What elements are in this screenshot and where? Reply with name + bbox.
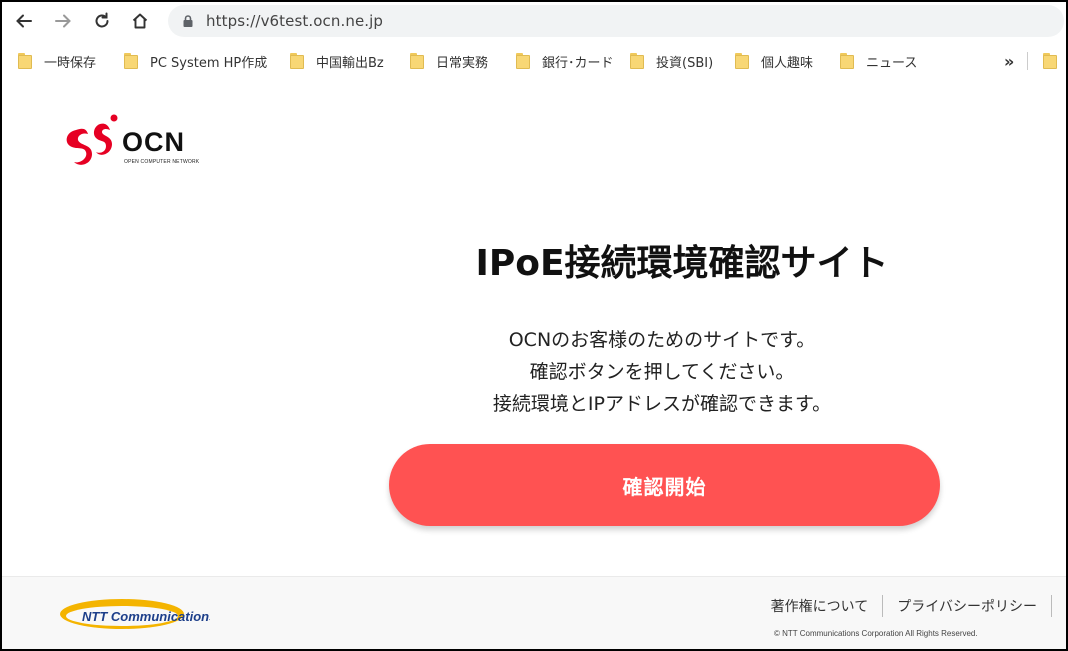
ocn-swirl-icon xyxy=(66,114,118,165)
reload-button[interactable] xyxy=(88,8,116,34)
folder-icon xyxy=(516,53,530,69)
bookmark-label: 個人趣味 xyxy=(761,55,814,71)
bookmark-label: 銀行･カード xyxy=(542,55,614,71)
copyright-text: © NTT Communications Corporation All Rig… xyxy=(774,629,978,638)
browser-toolbar: https://v6test.ocn.ne.jp xyxy=(2,2,1066,40)
folder-icon xyxy=(290,53,304,69)
other-bookmarks-folder[interactable] xyxy=(1043,51,1066,71)
privacy-policy-link[interactable]: プライバシーポリシー xyxy=(883,596,1051,616)
footer-divider xyxy=(1051,595,1052,617)
folder-icon xyxy=(840,53,854,69)
ocn-wordmark: OCN xyxy=(122,127,185,157)
folder-icon xyxy=(1043,53,1057,69)
description-line: OCNのお客様のためのサイトです。 xyxy=(508,329,816,351)
forward-arrow-icon xyxy=(55,14,71,28)
folder-icon xyxy=(18,53,32,69)
bookmark-label: 日常実務 xyxy=(436,55,489,71)
page-title: IPoE接続環境確認サイト xyxy=(475,243,889,284)
address-bar[interactable]: https://v6test.ocn.ne.jp xyxy=(168,5,1064,37)
ntt-brand-text: NTT Communications xyxy=(82,609,210,624)
page-footer: NTT Communications 著作権について プライバシーポリシー © … xyxy=(2,576,1066,649)
back-button[interactable] xyxy=(10,8,38,34)
bookmarks-overflow-button[interactable]: » xyxy=(1004,52,1014,71)
bookmark-label: PC System HP作成 xyxy=(150,55,268,71)
url-text: https://v6test.ocn.ne.jp xyxy=(206,12,384,30)
folder-icon xyxy=(410,53,424,69)
forward-button[interactable] xyxy=(49,8,77,34)
start-check-button[interactable]: 確認開始 xyxy=(389,444,940,526)
bookmark-label: ニュース xyxy=(866,55,918,71)
bookmark-folder[interactable]: 個人趣味 xyxy=(735,51,813,71)
footer-links: 著作権について プライバシーポリシー xyxy=(757,595,1052,617)
reload-icon xyxy=(95,12,109,28)
description-line: 確認ボタンを押してください。 xyxy=(529,361,795,383)
ntt-globe-icon: NTT Communications xyxy=(60,599,210,629)
bookmark-label: 中国輸出Bz xyxy=(316,55,384,71)
home-icon xyxy=(132,13,148,29)
bookmarks-bar: 一時保存 PC System HP作成 中国輸出Bz 日常実務 銀行･カード 投… xyxy=(2,42,1066,78)
bookmark-folder[interactable]: 一時保存 xyxy=(18,51,96,71)
lock-icon xyxy=(183,15,193,27)
bookmark-folder[interactable]: ニュース xyxy=(840,51,917,71)
ntt-communications-logo[interactable]: NTT Communications xyxy=(60,593,220,633)
bookmark-label: 投資(SBI) xyxy=(656,55,714,71)
folder-icon xyxy=(124,53,138,69)
bookmark-folder[interactable]: PC System HP作成 xyxy=(124,51,267,71)
folder-icon xyxy=(735,53,749,69)
browser-window: https://v6test.ocn.ne.jp 一時保存 PC System … xyxy=(0,0,1068,651)
bookmark-label: 一時保存 xyxy=(44,55,97,71)
ocn-tagline: OPEN COMPUTER NETWORK xyxy=(124,159,200,165)
bookmark-folder[interactable]: 銀行･カード xyxy=(516,51,614,71)
bookmark-folder[interactable]: 中国輸出Bz xyxy=(290,51,384,71)
copyright-link[interactable]: 著作権について xyxy=(757,596,883,616)
description-line: 接続環境とIPアドレスが確認できます。 xyxy=(492,393,832,415)
folder-icon xyxy=(630,53,644,69)
home-button[interactable] xyxy=(126,8,154,34)
bookmark-folder[interactable]: 投資(SBI) xyxy=(630,51,713,71)
bookmarks-divider xyxy=(1027,52,1028,70)
back-arrow-icon xyxy=(16,14,32,28)
ocn-logo[interactable]: OCN OPEN COMPUTER NETWORK xyxy=(62,112,212,182)
description: OCNのお客様のためのサイトです。 確認ボタンを押してください。 接続環境とIP… xyxy=(442,324,882,420)
bookmark-folder[interactable]: 日常実務 xyxy=(410,51,488,71)
